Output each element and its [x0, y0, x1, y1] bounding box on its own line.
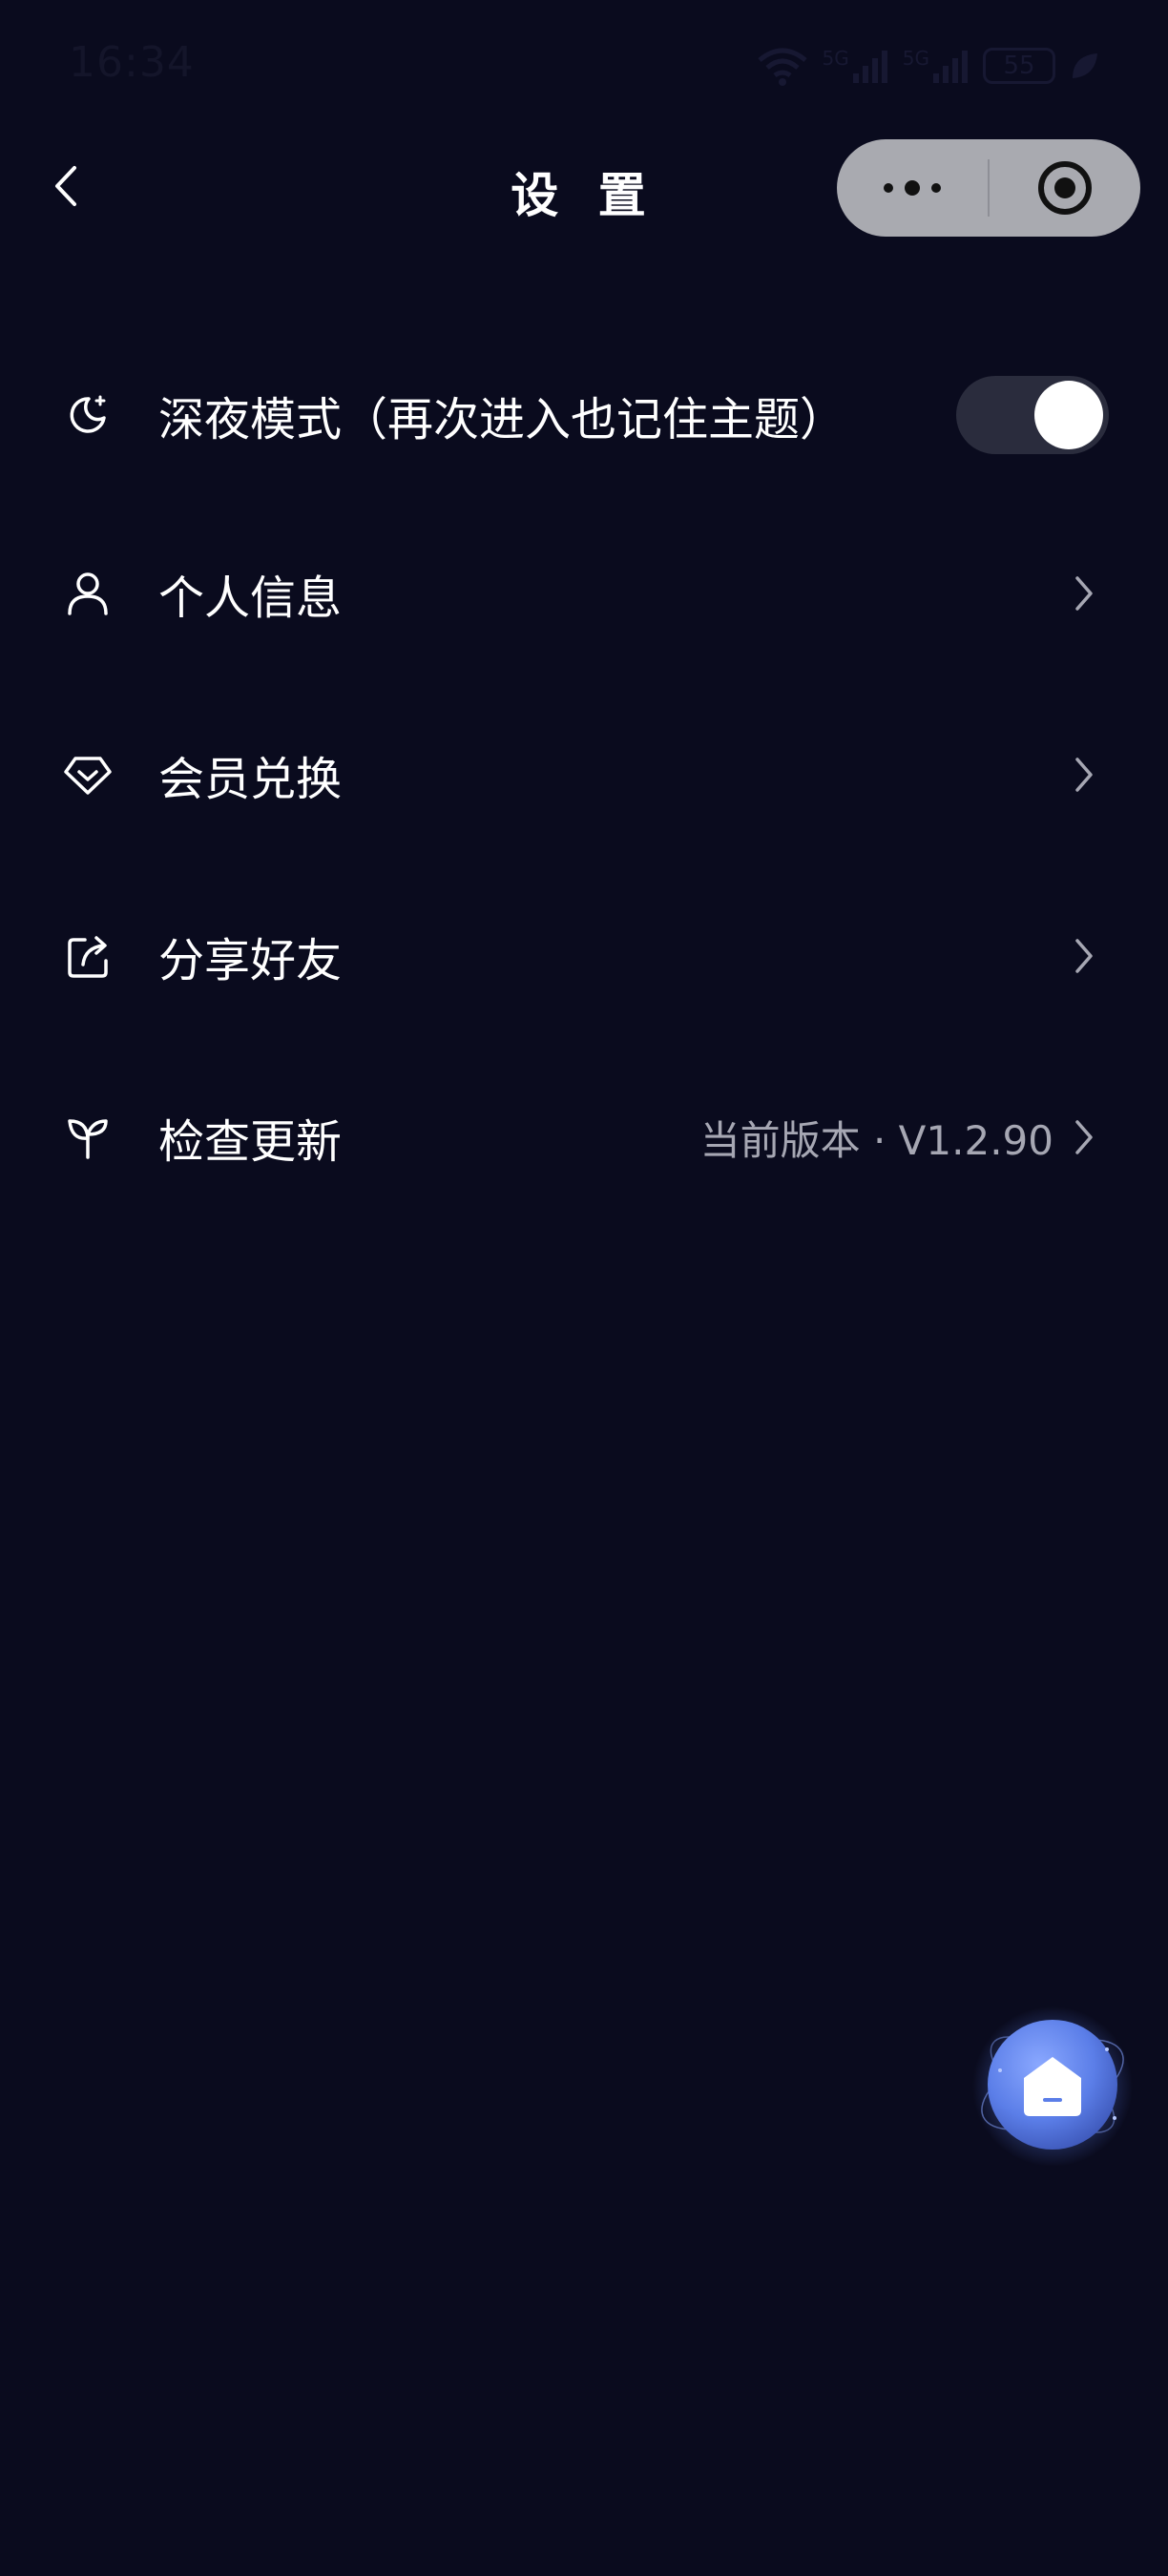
current-version-text: 当前版本 · V1.2.90 [699, 1116, 1053, 1164]
personal-info-label: 个人信息 [158, 571, 343, 625]
signal-5g-icon-2: 5G [903, 47, 970, 85]
more-dots-icon [884, 180, 941, 196]
status-bar: 16:34 5G 5G 55 [0, 0, 1168, 134]
wifi-icon [756, 45, 809, 87]
home-icon [972, 2006, 1133, 2167]
network-type-1: 5G [822, 47, 849, 70]
settings-page: 16:34 5G 5G 55 设 置 深夜模式（再次进入也记住主题） 个人信息 … [0, 0, 1168, 2576]
share-friends-label: 分享好友 [158, 934, 343, 987]
settings-item-membership-redeem[interactable]: 会员兑换 [0, 713, 1168, 837]
network-type-2: 5G [902, 47, 929, 70]
toggle-knob [1034, 381, 1103, 449]
signal-5g-icon: 5G [823, 47, 889, 85]
status-icons: 5G 5G 55 [756, 42, 1101, 90]
moon-icon [61, 388, 115, 442]
dark-mode-toggle[interactable] [956, 376, 1109, 454]
share-icon [61, 929, 115, 983]
mini-program-capsule [837, 139, 1140, 237]
membership-redeem-label: 会员兑换 [158, 753, 343, 806]
leaf-icon [1069, 50, 1101, 82]
chevron-right-icon [1067, 932, 1101, 980]
dark-mode-row: 深夜模式（再次进入也记住主题） [0, 353, 1168, 477]
sprout-icon [61, 1111, 115, 1164]
target-close-icon [1038, 161, 1092, 215]
floating-home-button[interactable] [971, 2004, 1134, 2167]
settings-item-personal-info[interactable]: 个人信息 [0, 531, 1168, 655]
more-button[interactable] [837, 139, 988, 237]
chevron-right-icon [1067, 570, 1101, 617]
dark-mode-label: 深夜模式（再次进入也记住主题） [158, 393, 846, 447]
chevron-right-icon [1067, 751, 1101, 799]
settings-item-check-update[interactable]: 检查更新 当前版本 · V1.2.90 [0, 1075, 1168, 1199]
nav-bar: 设 置 [0, 134, 1168, 239]
settings-item-share-friends[interactable]: 分享好友 [0, 894, 1168, 1018]
battery-level: 55 [1003, 52, 1035, 80]
status-time: 16:34 [69, 38, 195, 87]
chevron-right-icon [1067, 1113, 1101, 1161]
close-button[interactable] [990, 139, 1140, 237]
diamond-icon [61, 748, 115, 801]
check-update-label: 检查更新 [158, 1115, 343, 1169]
person-icon [61, 567, 115, 620]
battery-icon: 55 [983, 48, 1055, 84]
